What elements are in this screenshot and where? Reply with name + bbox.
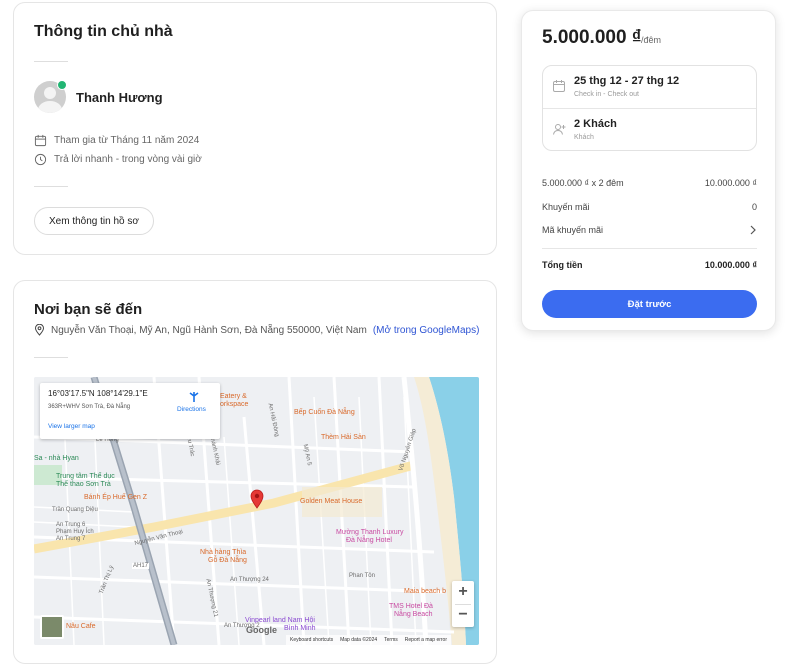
map-label: Nẵng Beach [394, 611, 433, 618]
map-label: TMS Hotel Đà [389, 603, 433, 610]
map-label: Bình Minh [284, 625, 316, 632]
date-range-hint: Check in - Check out [574, 91, 639, 98]
directions-link[interactable]: Directions [177, 406, 206, 413]
directions-icon[interactable] [188, 391, 200, 403]
map-label: Bếp Cuốn Đà Nẵng [294, 409, 355, 416]
nightly-row: 5.000.000 ₫ x 2 đêm 10.000.000 ₫ [542, 178, 757, 188]
map-street-label: Phạm Huy Ích [56, 529, 94, 535]
location-title: Nơi bạn sẽ đến [34, 301, 143, 318]
per-night-label: /đêm [641, 35, 662, 45]
promo-code-row[interactable]: Mã khuyến mãi [542, 225, 757, 235]
guests-icon [553, 124, 566, 135]
joined-text: Tham gia từ Tháng 11 năm 2024 [54, 135, 200, 146]
total-row: Tổng tiền 10.000.000 ₫ [542, 260, 757, 270]
zoom-in-button[interactable]: + [452, 581, 474, 604]
map-label: Trung tâm Thể dục [56, 473, 115, 480]
date-range: 25 thg 12 - 27 thg 12 [574, 75, 680, 87]
map-street-label: An Trung 7 [56, 536, 86, 542]
discount-label: Khuyến mãi [542, 202, 590, 212]
host-name: Thanh Hương [76, 90, 163, 105]
divider [34, 186, 68, 187]
map-label: Sa - nhà Hyan [34, 455, 79, 462]
map-label: Mường Thanh Luxury [336, 529, 404, 536]
map-coordinates: 16°03'17.5"N 108°14'29.1"E [48, 389, 148, 398]
response-text: Trả lời nhanh - trong vòng vài giờ [54, 154, 202, 165]
nightly-value: 10.000.000 ₫ [704, 178, 757, 188]
guest-hint: Khách [574, 134, 594, 141]
date-selector[interactable]: 25 thg 12 - 27 thg 12 Check in - Check o… [543, 66, 756, 108]
guest-selector[interactable]: 2 Khách Khách [543, 109, 756, 152]
map-label: orkspace [220, 401, 249, 408]
map-footer: Keyboard shortcuts Map data ©2024 Terms … [286, 635, 452, 645]
total-label: Tổng tiền [542, 260, 583, 270]
map-pin-icon [34, 324, 45, 336]
promo-code-label: Mã khuyến mãi [542, 225, 604, 235]
map-label: Nâu Cafe [66, 623, 96, 630]
map-label: Đà Nẵng Hotel [346, 537, 392, 544]
verified-badge-icon [57, 80, 67, 90]
host-info-title: Thông tin chủ nhà [34, 23, 173, 40]
map-street-label: AH17 [132, 563, 150, 569]
open-google-maps-link[interactable]: (Mở trong GoogleMaps) [373, 325, 480, 336]
booking-card: 5.000.000 ₫ /đêm 25 thg 12 - 27 thg 12 C… [521, 10, 776, 331]
price-per-night: 5.000.000 ₫ [542, 27, 642, 48]
map-label: Maia beach b [404, 588, 447, 595]
discount-row: Khuyến mãi 0 [542, 202, 757, 212]
report-error-link[interactable]: Report a map error [405, 637, 447, 643]
divider [34, 61, 68, 62]
view-profile-button[interactable]: Xem thông tin hồ sơ [34, 207, 154, 235]
nightly-label: 5.000.000 ₫ x 2 đêm [542, 178, 624, 188]
map-street-label: An Thượng 24 [230, 577, 269, 583]
discount-value: 0 [751, 202, 757, 212]
map-data-text: Map data ©2024 [340, 637, 378, 643]
address-text: Nguyễn Văn Thoại, Mỹ An, Ngũ Hành Sơn, Đ… [51, 324, 367, 336]
total-value: 10.000.000 ₫ [704, 260, 757, 270]
zoom-out-button[interactable]: − [452, 604, 474, 627]
map-label: Nhà hàng Thìa [200, 549, 247, 556]
calendar-icon [553, 80, 565, 92]
host-info-card: Thông tin chủ nhà Thanh Hương Tham gia t… [13, 2, 497, 255]
location-card: Nơi bạn sẽ đến Nguyễn Văn Thoại, Mỹ An, … [13, 280, 497, 664]
keyboard-shortcuts-link[interactable]: Keyboard shortcuts [290, 637, 333, 643]
map-street-label: Phan Tôn [349, 573, 375, 579]
map-label: Eatery & [220, 393, 247, 400]
map-label: Golden Meat House [300, 498, 363, 505]
map-street-label: An Trung 6 [56, 522, 86, 528]
view-larger-map-link[interactable]: View larger map [48, 423, 95, 430]
satellite-toggle[interactable] [40, 615, 64, 639]
calendar-icon [34, 134, 47, 147]
map-marker-icon[interactable] [250, 489, 264, 509]
map-street-label: Trần Quang Diệu [52, 507, 98, 513]
booking-selector: 25 thg 12 - 27 thg 12 Check in - Check o… [542, 65, 757, 151]
map-plus-code: 363R+WHV Sơn Trà, Đà Nẵng [48, 404, 131, 410]
map-label: Thèm Hải Sản [321, 434, 366, 441]
book-now-button[interactable]: Đặt trước [542, 290, 757, 318]
response-row: Trả lời nhanh - trong vòng vài giờ [34, 153, 202, 166]
guest-count: 2 Khách [574, 118, 617, 130]
clock-icon [34, 153, 47, 166]
map-label: Gỗ Đà Nẵng [208, 557, 247, 564]
joined-row: Tham gia từ Tháng 11 năm 2024 [34, 134, 199, 147]
map-info-box: 16°03'17.5"N 108°14'29.1"E 363R+WHV Sơn … [40, 383, 220, 439]
terms-link[interactable]: Terms [384, 637, 398, 643]
map-label: Thể thao Sơn Trà [56, 481, 111, 488]
divider [34, 357, 68, 358]
map-label: Bánh Ép Huế Gen Z [84, 494, 148, 501]
divider [542, 248, 757, 249]
embedded-map[interactable]: Eatery & orkspace Bếp Cuốn Đà Nẵng Thèm … [34, 377, 479, 645]
chevron-right-icon [750, 225, 756, 235]
google-logo: Google [246, 625, 277, 635]
map-zoom-controls: + − [452, 581, 474, 627]
address-row: Nguyễn Văn Thoại, Mỹ An, Ngũ Hành Sơn, Đ… [34, 324, 479, 336]
